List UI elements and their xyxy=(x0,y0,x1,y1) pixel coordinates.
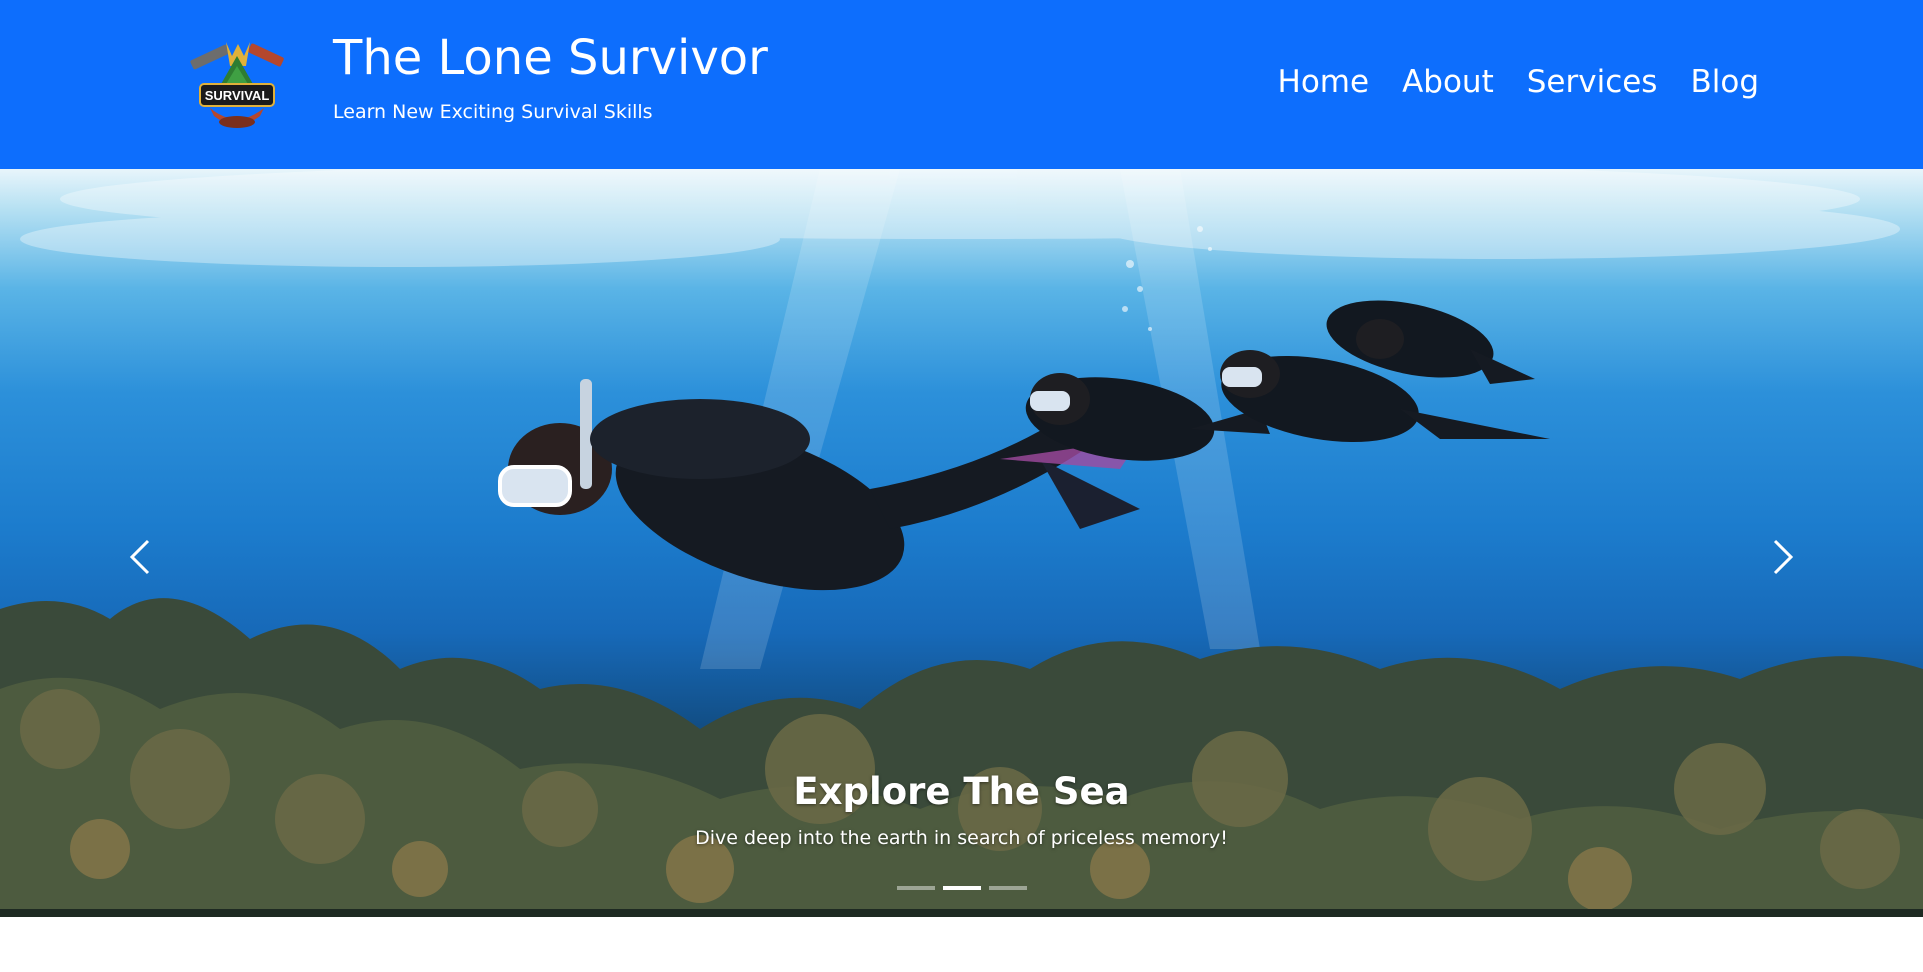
carousel-indicator-3[interactable] xyxy=(988,886,1027,890)
carousel-next-button[interactable] xyxy=(1753,527,1813,587)
carousel-caption-text: Dive deep into the earth in search of pr… xyxy=(695,827,1228,849)
nav-services[interactable]: Services xyxy=(1527,64,1658,101)
chevron-left-icon xyxy=(129,539,150,575)
logo-text: SURVIVAL xyxy=(205,88,270,103)
carousel-indicator-2[interactable] xyxy=(942,886,981,890)
nav-blog[interactable]: Blog xyxy=(1690,64,1759,101)
carousel-indicators xyxy=(0,886,1923,890)
survival-logo[interactable]: SURVIVAL xyxy=(180,38,295,133)
main-nav: Home About Services Blog xyxy=(1278,64,1759,101)
hero-carousel: Explore The Sea Dive deep into the earth… xyxy=(0,169,1923,917)
site-title[interactable]: The Lone Survivor xyxy=(333,30,768,88)
chevron-right-icon xyxy=(1773,539,1794,575)
nav-home[interactable]: Home xyxy=(1278,64,1370,101)
site-tagline: Learn New Exciting Survival Skills xyxy=(333,101,653,123)
carousel-prev-button[interactable] xyxy=(110,527,170,587)
carousel-caption-title: Explore The Sea xyxy=(793,770,1130,813)
page: SURVIVAL The Lone Survivor Learn New Exc… xyxy=(0,0,1923,972)
nav-about[interactable]: About xyxy=(1402,64,1494,101)
site-header: SURVIVAL The Lone Survivor Learn New Exc… xyxy=(0,0,1923,169)
carousel-indicator-1[interactable] xyxy=(896,886,935,890)
